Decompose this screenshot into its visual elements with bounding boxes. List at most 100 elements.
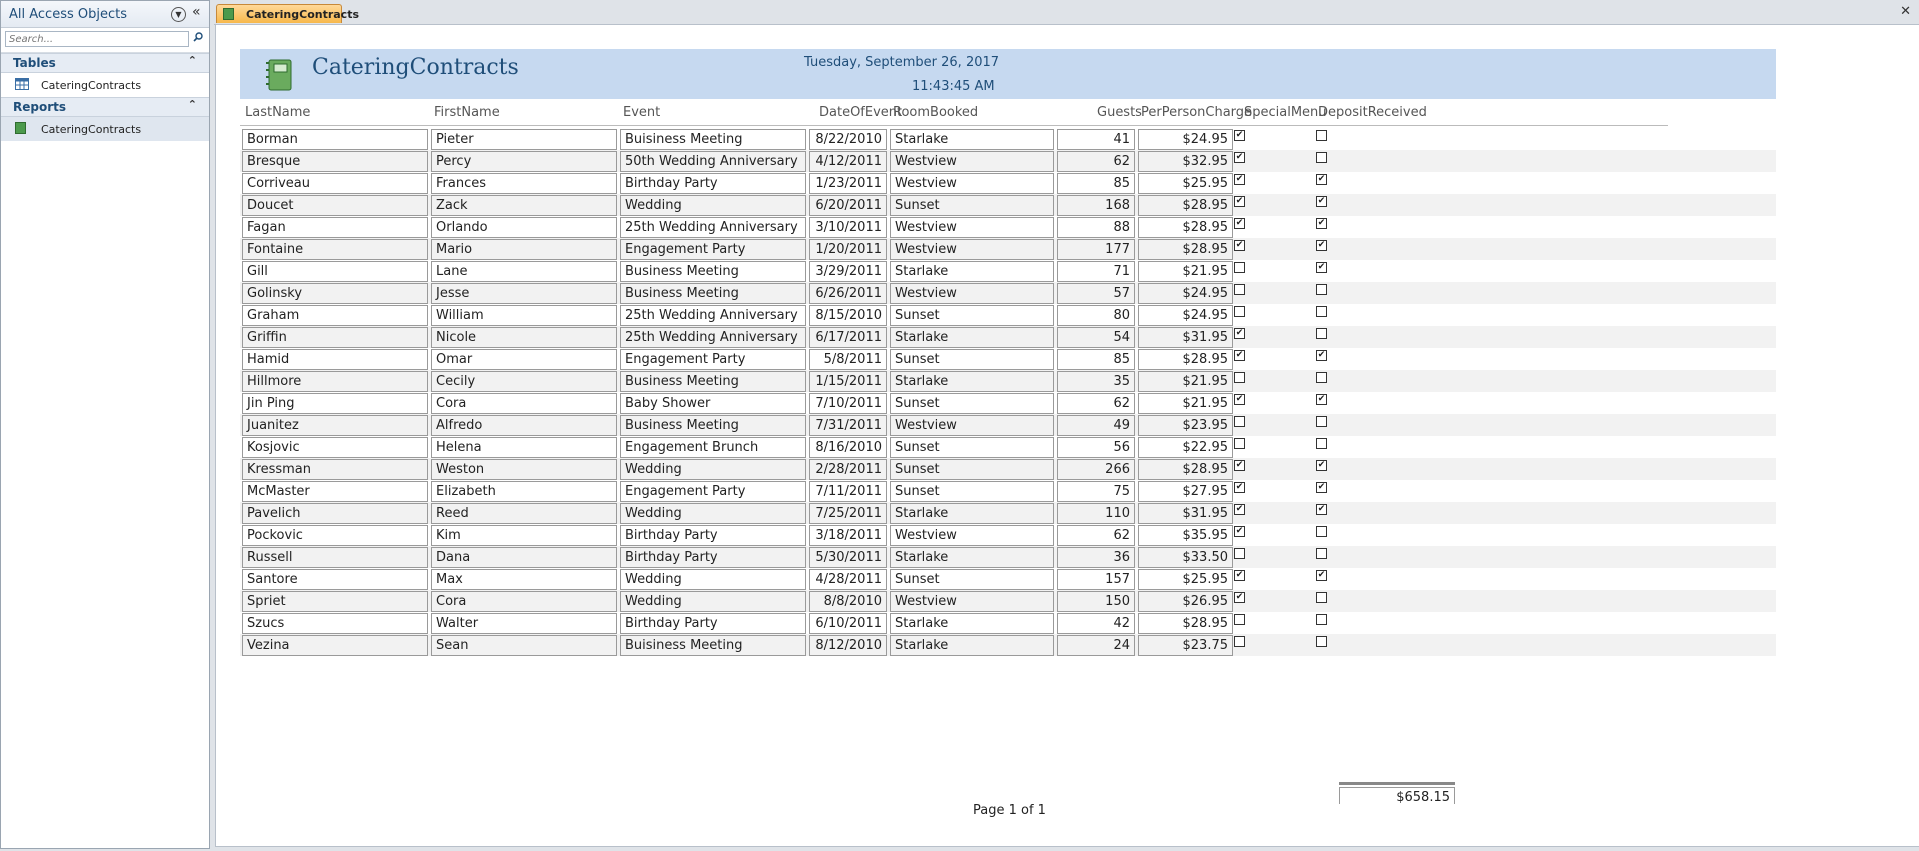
- per-person-charge-cell[interactable]: $27.95: [1138, 481, 1233, 502]
- date-of-event-cell[interactable]: 8/8/2010: [809, 591, 887, 612]
- date-of-event-cell[interactable]: 3/29/2011: [809, 261, 887, 282]
- special-menu-checkbox[interactable]: [1234, 548, 1245, 559]
- special-menu-checkbox[interactable]: ✔: [1234, 394, 1245, 405]
- nav-title[interactable]: All Access Objects: [9, 7, 127, 22]
- per-person-charge-cell[interactable]: $31.95: [1138, 503, 1233, 524]
- event-cell[interactable]: Engagement Party: [620, 239, 806, 260]
- last-name-cell[interactable]: Juanitez: [242, 415, 428, 436]
- deposit-received-checkbox[interactable]: [1316, 438, 1327, 449]
- guests-cell[interactable]: 56: [1057, 437, 1135, 458]
- last-name-cell[interactable]: Spriet: [242, 591, 428, 612]
- special-menu-checkbox[interactable]: ✔: [1234, 240, 1245, 251]
- last-name-cell[interactable]: Corriveau: [242, 173, 428, 194]
- event-cell[interactable]: Engagement Party: [620, 349, 806, 370]
- event-cell[interactable]: Wedding: [620, 591, 806, 612]
- special-menu-checkbox[interactable]: [1234, 372, 1245, 383]
- per-person-charge-cell[interactable]: $25.95: [1138, 173, 1233, 194]
- per-person-charge-cell[interactable]: $21.95: [1138, 371, 1233, 392]
- date-of-event-cell[interactable]: 6/10/2011: [809, 613, 887, 634]
- special-menu-checkbox[interactable]: [1234, 262, 1245, 273]
- room-booked-cell[interactable]: Westview: [890, 283, 1054, 304]
- event-cell[interactable]: Wedding: [620, 569, 806, 590]
- last-name-cell[interactable]: Gill: [242, 261, 428, 282]
- per-person-charge-cell[interactable]: $28.95: [1138, 613, 1233, 634]
- nav-item-table-cateringcontracts[interactable]: CateringContracts: [1, 73, 209, 97]
- per-person-charge-cell[interactable]: $31.95: [1138, 327, 1233, 348]
- group-header-reports[interactable]: Reports ⌃: [1, 97, 209, 117]
- first-name-cell[interactable]: Max: [431, 569, 617, 590]
- deposit-received-checkbox[interactable]: [1316, 372, 1327, 383]
- last-name-cell[interactable]: Kosjovic: [242, 437, 428, 458]
- room-booked-cell[interactable]: Westview: [890, 415, 1054, 436]
- first-name-cell[interactable]: Lane: [431, 261, 617, 282]
- special-menu-checkbox[interactable]: ✔: [1234, 152, 1245, 163]
- deposit-received-checkbox[interactable]: [1316, 130, 1327, 141]
- date-of-event-cell[interactable]: 6/26/2011: [809, 283, 887, 304]
- special-menu-checkbox[interactable]: ✔: [1234, 130, 1245, 141]
- event-cell[interactable]: Wedding: [620, 459, 806, 480]
- first-name-cell[interactable]: Reed: [431, 503, 617, 524]
- per-person-charge-cell[interactable]: $24.95: [1138, 305, 1233, 326]
- deposit-received-checkbox[interactable]: ✔: [1316, 262, 1327, 273]
- last-name-cell[interactable]: Golinsky: [242, 283, 428, 304]
- per-person-charge-cell[interactable]: $28.95: [1138, 195, 1233, 216]
- last-name-cell[interactable]: Hamid: [242, 349, 428, 370]
- guests-cell[interactable]: 36: [1057, 547, 1135, 568]
- per-person-charge-cell[interactable]: $35.95: [1138, 525, 1233, 546]
- last-name-cell[interactable]: Bresque: [242, 151, 428, 172]
- date-of-event-cell[interactable]: 7/31/2011: [809, 415, 887, 436]
- last-name-cell[interactable]: Kressman: [242, 459, 428, 480]
- first-name-cell[interactable]: Nicole: [431, 327, 617, 348]
- room-booked-cell[interactable]: Starlake: [890, 129, 1054, 150]
- guests-cell[interactable]: 80: [1057, 305, 1135, 326]
- guests-cell[interactable]: 42: [1057, 613, 1135, 634]
- date-of-event-cell[interactable]: 7/25/2011: [809, 503, 887, 524]
- special-menu-checkbox[interactable]: ✔: [1234, 570, 1245, 581]
- date-of-event-cell[interactable]: 1/20/2011: [809, 239, 887, 260]
- nav-item-report-cateringcontracts[interactable]: CateringContracts: [1, 117, 209, 141]
- last-name-cell[interactable]: Russell: [242, 547, 428, 568]
- event-cell[interactable]: Buisiness Meeting: [620, 635, 806, 656]
- event-cell[interactable]: Business Meeting: [620, 415, 806, 436]
- per-person-charge-cell[interactable]: $28.95: [1138, 459, 1233, 480]
- event-cell[interactable]: Business Meeting: [620, 371, 806, 392]
- date-of-event-cell[interactable]: 6/17/2011: [809, 327, 887, 348]
- deposit-received-checkbox[interactable]: ✔: [1316, 174, 1327, 185]
- room-booked-cell[interactable]: Starlake: [890, 613, 1054, 634]
- per-person-charge-cell[interactable]: $23.95: [1138, 415, 1233, 436]
- deposit-received-checkbox[interactable]: [1316, 548, 1327, 559]
- deposit-received-checkbox[interactable]: [1316, 592, 1327, 603]
- event-cell[interactable]: 25th Wedding Anniversary: [620, 305, 806, 326]
- date-of-event-cell[interactable]: 3/18/2011: [809, 525, 887, 546]
- special-menu-checkbox[interactable]: [1234, 416, 1245, 427]
- last-name-cell[interactable]: Santore: [242, 569, 428, 590]
- deposit-received-checkbox[interactable]: [1316, 636, 1327, 647]
- special-menu-checkbox[interactable]: ✔: [1234, 196, 1245, 207]
- special-menu-checkbox[interactable]: ✔: [1234, 592, 1245, 603]
- room-booked-cell[interactable]: Sunset: [890, 459, 1054, 480]
- deposit-received-checkbox[interactable]: [1316, 152, 1327, 163]
- event-cell[interactable]: Birthday Party: [620, 525, 806, 546]
- chevron-down-icon[interactable]: ▼: [171, 7, 186, 22]
- event-cell[interactable]: 25th Wedding Anniversary: [620, 217, 806, 238]
- guests-cell[interactable]: 88: [1057, 217, 1135, 238]
- deposit-received-checkbox[interactable]: ✔: [1316, 350, 1327, 361]
- date-of-event-cell[interactable]: 8/15/2010: [809, 305, 887, 326]
- room-booked-cell[interactable]: Starlake: [890, 327, 1054, 348]
- first-name-cell[interactable]: Frances: [431, 173, 617, 194]
- per-person-charge-cell[interactable]: $23.75: [1138, 635, 1233, 656]
- guests-cell[interactable]: 150: [1057, 591, 1135, 612]
- date-of-event-cell[interactable]: 5/30/2011: [809, 547, 887, 568]
- date-of-event-cell[interactable]: 5/8/2011: [809, 349, 887, 370]
- special-menu-checkbox[interactable]: ✔: [1234, 504, 1245, 515]
- deposit-received-checkbox[interactable]: ✔: [1316, 218, 1327, 229]
- date-of-event-cell[interactable]: 7/11/2011: [809, 481, 887, 502]
- deposit-received-checkbox[interactable]: [1316, 328, 1327, 339]
- first-name-cell[interactable]: Helena: [431, 437, 617, 458]
- first-name-cell[interactable]: Zack: [431, 195, 617, 216]
- guests-cell[interactable]: 157: [1057, 569, 1135, 590]
- guests-cell[interactable]: 49: [1057, 415, 1135, 436]
- room-booked-cell[interactable]: Starlake: [890, 635, 1054, 656]
- date-of-event-cell[interactable]: 1/15/2011: [809, 371, 887, 392]
- special-menu-checkbox[interactable]: ✔: [1234, 350, 1245, 361]
